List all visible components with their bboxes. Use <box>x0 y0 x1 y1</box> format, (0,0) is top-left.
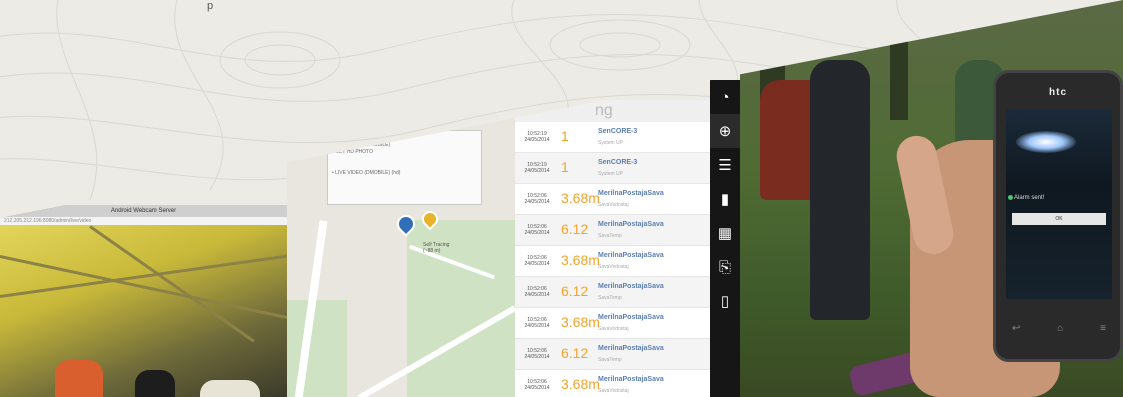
event-timestamp: 10:52:19 24/05/2014 <box>519 162 555 174</box>
event-date: 24/05/2014 <box>524 292 550 298</box>
event-timestamp: 10:52:19 24/05/2014 <box>519 131 555 143</box>
event-sensor: SavaVodostaj <box>598 326 629 332</box>
alarm-icon <box>1008 195 1013 200</box>
webcam-video <box>0 225 298 397</box>
globe-icon[interactable]: ⊕ <box>710 114 740 148</box>
paperclip-icon[interactable]: ⎘ <box>710 250 740 284</box>
phone-screen: Alarm sent! OK <box>1006 109 1112 299</box>
list-icon[interactable]: ☰ <box>710 148 740 182</box>
event-sensor: SavaTemp <box>598 357 622 363</box>
event-value: 1 <box>561 128 569 144</box>
event-source: MerilnaPostajaSava <box>598 190 664 197</box>
event-sensor: SavaVodostaj <box>598 202 629 208</box>
back-icon[interactable]: ↩ <box>1012 323 1020 334</box>
alarm-message: Alarm sent! <box>1014 195 1045 201</box>
event-timestamp: 10:52:06 24/05/2014 <box>519 348 555 360</box>
event-value: 3.68m <box>561 190 600 206</box>
event-value: 3.68m <box>561 252 600 268</box>
event-timestamp: 10:52:06 24/05/2014 <box>519 379 555 391</box>
bar-chart-icon[interactable]: ▮ <box>710 182 740 216</box>
event-value: 6.12 <box>561 221 589 237</box>
event-source: MerilnaPostajaSava <box>598 283 664 290</box>
event-date: 24/05/2014 <box>524 137 550 143</box>
marker-label-distance: (~88 m) <box>423 248 441 254</box>
webcam-window: Android Webcam Server 212.205.212.196:80… <box>0 205 298 397</box>
event-sensor: SavaTemp <box>598 233 622 239</box>
marker-label: Self Tracing (~88 m) <box>423 242 449 254</box>
event-date: 24/05/2014 <box>524 230 550 236</box>
event-row[interactable]: 10:52:06 24/05/2014 3.68m MerilnaPostajaSav… <box>515 308 710 339</box>
home-icon[interactable]: ⌂ <box>1057 323 1063 334</box>
event-date: 24/05/2014 <box>524 323 550 329</box>
event-value: 6.12 <box>561 283 589 299</box>
event-sensor: SavaVodostaj <box>598 388 629 394</box>
event-row[interactable]: 10:52:06 24/05/2014 6.12 MerilnaPostajaSava… <box>515 339 710 370</box>
event-timestamp: 10:52:06 24/05/2014 <box>519 255 555 267</box>
event-row[interactable]: 10:52:19 24/05/2014 1 SenCORE-3 System UP <box>515 122 710 153</box>
event-row[interactable]: 10:52:19 24/05/2014 1 SenCORE-3 System UP <box>515 153 710 184</box>
event-date: 24/05/2014 <box>524 199 550 205</box>
event-timestamp: 10:52:06 24/05/2014 <box>519 193 555 205</box>
event-sensor: System UP <box>598 171 624 177</box>
event-date: 24/05/2014 <box>524 261 550 267</box>
alarm-ok-button[interactable]: OK <box>1012 213 1106 225</box>
event-timestamp: 10:52:06 24/05/2014 <box>519 317 555 329</box>
event-timestamp: 10:52:06 24/05/2014 <box>519 224 555 236</box>
event-sensor: SavaTemp <box>598 295 622 301</box>
popup-command[interactable]: • GET HD PHOTO <box>332 149 477 156</box>
event-value: 1 <box>561 159 569 175</box>
event-row[interactable]: 10:52:06 24/05/2014 3.68m MerilnaPostajaSav… <box>515 246 710 277</box>
calendar-icon[interactable]: ▦ <box>710 216 740 250</box>
screen-glow <box>1016 131 1076 153</box>
event-row[interactable]: 10:52:06 24/05/2014 6.12 MerilnaPostajaSava… <box>515 215 710 246</box>
event-list-title: ng <box>595 102 613 119</box>
event-source: MerilnaPostajaSava <box>598 345 664 352</box>
event-date: 24/05/2014 <box>524 354 550 360</box>
event-timestamp: 10:52:06 24/05/2014 <box>519 286 555 298</box>
event-value: 6.12 <box>561 345 589 361</box>
event-source: SenCORE-3 <box>598 128 638 135</box>
top-text-fragment: p <box>207 0 214 12</box>
mobile-phone: htc Alarm sent! OK ↩ ⌂ ≡ <box>993 70 1123 362</box>
phone-brand: htc <box>1049 87 1067 98</box>
event-date: 24/05/2014 <box>524 168 550 174</box>
event-source: SenCORE-3 <box>598 159 638 166</box>
event-source: MerilnaPostajaSava <box>598 314 664 321</box>
event-value: 3.68m <box>561 314 600 330</box>
event-source: MerilnaPostajaSava <box>598 252 664 259</box>
event-row[interactable]: 10:52:06 24/05/2014 3.68m MerilnaPostajaSav… <box>515 184 710 215</box>
mobile-icon[interactable]: ▯ <box>710 284 740 318</box>
event-list: ng 10:52:19 24/05/2014 1 SenCORE-3 System UP… <box>515 100 710 397</box>
popup-command[interactable]: • LIVE VIDEO (DMOBILE) (hd) <box>332 170 477 177</box>
event-row[interactable]: 10:52:06 24/05/2014 6.12 MerilnaPostajaSava… <box>515 277 710 308</box>
event-sensor: SavaVodostaj <box>598 264 629 270</box>
event-sensor: System UP <box>598 140 624 146</box>
webcam-url: 212.205.212.196:8080/admin/live/video <box>0 217 287 225</box>
event-source: MerilnaPostajaSava <box>598 221 664 228</box>
menu-icon[interactable]: ≡ <box>1100 323 1106 334</box>
side-toolbar: ◔ ⊕ ☰ ▮ ▦ ⎘ ▯ <box>710 80 740 397</box>
phone-nav-keys: ↩ ⌂ ≡ <box>1012 323 1106 334</box>
event-source: MerilnaPostajaSava <box>598 376 664 383</box>
event-value: 3.68m <box>561 376 600 392</box>
event-date: 24/05/2014 <box>524 385 550 391</box>
gauge-icon[interactable]: ◔ <box>710 80 740 114</box>
event-row[interactable]: 10:52:06 24/05/2014 3.68m MerilnaPostajaSav… <box>515 370 710 397</box>
